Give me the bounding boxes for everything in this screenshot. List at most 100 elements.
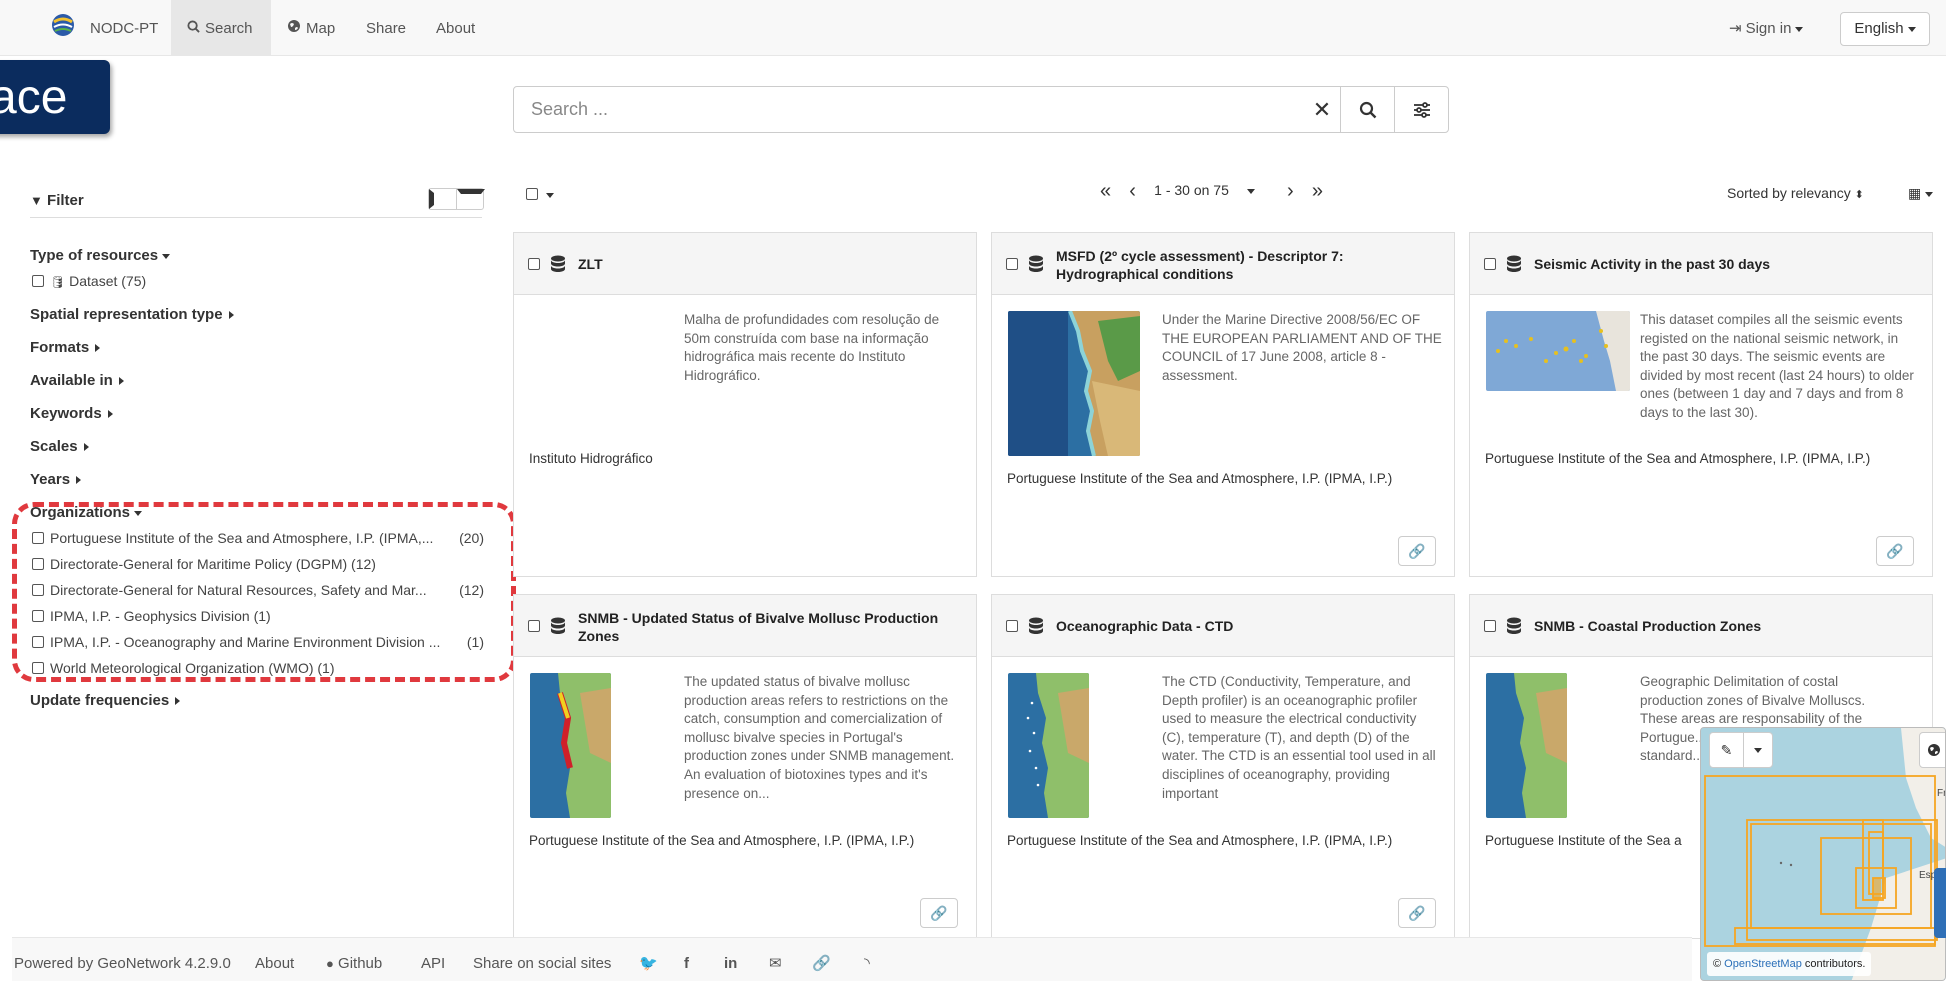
language-select[interactable]: English xyxy=(1840,12,1930,46)
card-link-button[interactable]: 🔗 xyxy=(1398,536,1436,566)
footer-about[interactable]: About xyxy=(255,938,294,981)
facet-type-of-resources[interactable]: Type of resources xyxy=(30,247,171,264)
card-organization[interactable]: Instituto Hidrográfico xyxy=(529,451,653,466)
map-label-fr: Fr xyxy=(1937,788,1946,799)
select-all-dropdown[interactable] xyxy=(526,186,554,202)
permalink-icon[interactable]: 🔗 xyxy=(812,938,831,981)
card-title[interactable]: ZLT xyxy=(578,255,963,273)
card-checkbox[interactable] xyxy=(1484,620,1496,632)
search-submit-button[interactable] xyxy=(1340,87,1394,132)
card-title[interactable]: SNMB - Coastal Production Zones xyxy=(1534,617,1919,635)
card-description: The updated status of bivalve mollusc pr… xyxy=(684,674,955,801)
facet-update-frequencies[interactable]: Update frequencies xyxy=(30,692,181,709)
card-thumbnail[interactable] xyxy=(530,673,611,818)
prev-page-icon[interactable]: ‹ xyxy=(1129,180,1136,203)
nav-share[interactable]: Share xyxy=(366,0,406,56)
footer-github[interactable]: ● Github xyxy=(326,938,382,981)
footer: Powered by GeoNetwork 4.2.9.0 About ● Gi… xyxy=(12,937,1692,981)
nav-map-label: Map xyxy=(306,20,336,37)
facet-scales[interactable]: Scales xyxy=(30,438,89,455)
draw-menu-button[interactable] xyxy=(1744,733,1772,767)
facet-label: Years xyxy=(30,471,71,488)
view-mode-select[interactable]: ▦ xyxy=(1908,185,1934,202)
globe-icon xyxy=(1928,744,1940,756)
map-attribution: © OpenStreetMap contributors. xyxy=(1707,952,1872,976)
footer-powered-by[interactable]: Powered by GeoNetwork 4.2.9.0 xyxy=(14,938,231,981)
brand-link[interactable]: NODC-PT xyxy=(90,0,158,56)
database-icon: 🛢 xyxy=(50,275,66,289)
sort-label: Sorted by relevancy xyxy=(1727,185,1851,201)
github-icon: ● xyxy=(326,956,334,971)
card-thumbnail[interactable] xyxy=(1008,673,1089,818)
facet-available-in[interactable]: Available in xyxy=(30,372,124,389)
card-organization[interactable]: Portuguese Institute of the Sea and Atmo… xyxy=(1007,471,1392,486)
card-checkbox[interactable] xyxy=(1006,620,1018,632)
card-link-button[interactable]: 🔗 xyxy=(1876,536,1914,566)
card-organization[interactable]: Portuguese Institute of the Sea a xyxy=(1485,833,1682,848)
filter-title: ▼ Filter xyxy=(30,192,84,209)
language-label: English xyxy=(1854,20,1904,37)
sort-select[interactable]: Sorted by relevancy ⬍ xyxy=(1727,185,1864,201)
pencil-icon[interactable]: ✎ xyxy=(1710,733,1744,767)
result-card: ZLT Malha de profundidades com resolução… xyxy=(513,232,977,577)
card-checkbox[interactable] xyxy=(528,620,540,632)
side-tab-handle[interactable] xyxy=(1934,868,1946,938)
page-range-select[interactable]: 1 - 30 on 75 xyxy=(1154,182,1269,198)
card-checkbox[interactable] xyxy=(1484,258,1496,270)
facet-keywords[interactable]: Keywords xyxy=(30,405,113,422)
chevron-right-icon xyxy=(83,443,89,452)
card-title[interactable]: Oceanographic Data - CTD xyxy=(1056,617,1441,635)
facebook-icon[interactable]: f xyxy=(684,938,689,981)
facet-menu-button[interactable] xyxy=(457,189,485,209)
card-thumbnail[interactable] xyxy=(1008,311,1140,456)
card-thumbnail[interactable] xyxy=(1486,311,1630,391)
footer-api[interactable]: API xyxy=(421,938,445,981)
card-organization[interactable]: Portuguese Institute of the Sea and Atmo… xyxy=(529,833,914,848)
advanced-search-button[interactable] xyxy=(1394,87,1448,132)
first-page-icon[interactable]: « xyxy=(1100,180,1111,203)
next-page-icon[interactable]: › xyxy=(1287,180,1294,203)
search-input[interactable] xyxy=(514,87,1294,132)
osm-link[interactable]: OpenStreetMap xyxy=(1724,958,1802,970)
card-header: SNMB - Coastal Production Zones xyxy=(1470,595,1932,657)
facet-item-dataset[interactable]: 🛢 Dataset (75) xyxy=(32,273,146,289)
card-organization[interactable]: Portuguese Institute of the Sea and Atmo… xyxy=(1007,833,1392,848)
nav-map[interactable]: Map xyxy=(287,0,335,56)
overview-map[interactable]: España Fr ✎ © OpenStreetMap contributors… xyxy=(1700,727,1946,981)
grid-icon: ▦ xyxy=(1908,185,1922,201)
facet-years[interactable]: Years xyxy=(30,471,82,488)
chevron-down-icon xyxy=(1907,26,1916,32)
database-icon xyxy=(1507,255,1521,272)
nav-search[interactable]: Search xyxy=(171,0,271,56)
twitter-icon[interactable]: 🐦 xyxy=(639,938,658,981)
card-title[interactable]: SNMB - Updated Status of Bivalve Mollusc… xyxy=(578,609,963,645)
last-page-icon[interactable]: » xyxy=(1312,180,1323,203)
card-title[interactable]: Seismic Activity in the past 30 days xyxy=(1534,255,1919,273)
database-icon xyxy=(551,617,565,634)
nodc-logo-icon[interactable] xyxy=(50,12,76,38)
map-layers-button[interactable] xyxy=(1919,732,1945,768)
facet-formats[interactable]: Formats xyxy=(30,339,101,356)
expand-facets-button[interactable] xyxy=(428,189,457,209)
email-icon[interactable]: ✉ xyxy=(769,938,782,981)
nav-about[interactable]: About xyxy=(436,0,475,56)
linkedin-icon[interactable]: in xyxy=(724,938,737,981)
card-link-button[interactable]: 🔗 xyxy=(920,898,958,928)
checkbox[interactable] xyxy=(32,275,44,287)
card-title[interactable]: MSFD (2º cycle assessment) - Descriptor … xyxy=(1056,247,1441,283)
facet-spatial-representation[interactable]: Spatial representation type xyxy=(30,306,234,323)
footer-github-label: Github xyxy=(338,955,383,972)
sign-in-button[interactable]: ⇥ Sign in xyxy=(1729,0,1804,56)
card-description: Under the Marine Directive 2008/56/EC OF… xyxy=(1162,312,1442,383)
seismic-map-thumbnail xyxy=(1486,311,1630,391)
card-checkbox[interactable] xyxy=(1006,258,1018,270)
card-organization[interactable]: Portuguese Institute of the Sea and Atmo… xyxy=(1485,451,1870,466)
pagination: « ‹ 1 - 30 on 75 › » xyxy=(1100,180,1337,203)
globe-icon xyxy=(288,20,300,32)
card-checkbox[interactable] xyxy=(528,258,540,270)
card-link-button[interactable]: 🔗 xyxy=(1398,898,1436,928)
filter-header: ▼ Filter xyxy=(30,188,485,218)
rss-icon[interactable]: ◝ xyxy=(864,938,870,981)
card-thumbnail[interactable] xyxy=(1486,673,1567,818)
chevron-down-icon xyxy=(162,253,171,259)
